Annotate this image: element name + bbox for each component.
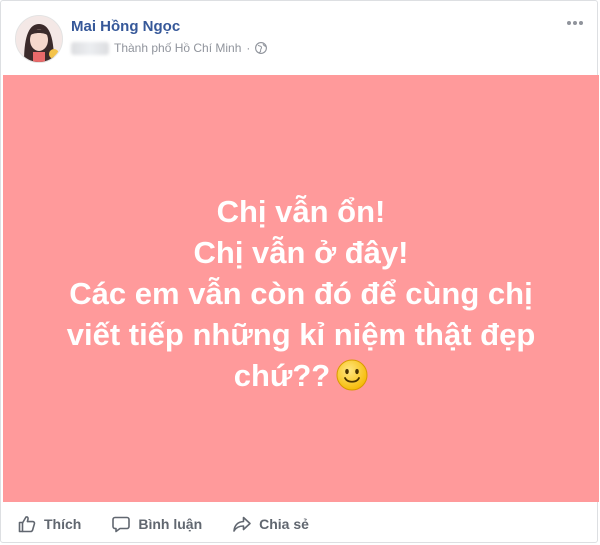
meta-separator: · [246, 41, 251, 55]
avatar[interactable] [15, 15, 63, 63]
message-line: Chị vẫn ở đây! [193, 235, 409, 270]
message-line: viết tiếp những kỉ niệm thật đẹp [66, 317, 536, 352]
message-line-last: chứ?? [67, 355, 536, 396]
author-name[interactable]: Mai Hồng Ngọc [71, 18, 180, 35]
post-meta: Thành phố Hồ Chí Minh · [71, 41, 268, 55]
comment-button[interactable]: Bình luận [111, 514, 202, 534]
share-label: Chia sẻ [259, 516, 309, 532]
facebook-post: Mai Hồng Ngọc Thành phố Hồ Chí Minh · Ch… [0, 0, 599, 544]
share-button[interactable]: Chia sẻ [232, 514, 309, 534]
message-line: Chị vẫn ổn! [216, 194, 386, 229]
post-location[interactable]: Thành phố Hồ Chí Minh [114, 41, 241, 55]
post-timestamp[interactable] [71, 41, 109, 55]
like-button[interactable]: Thích [17, 514, 81, 534]
more-options-icon[interactable] [565, 13, 585, 33]
like-label: Thích [44, 516, 82, 532]
post-actions: Thích Bình luận Chia sẻ [1, 504, 597, 544]
thumbs-up-icon [18, 516, 36, 533]
comment-label: Bình luận [138, 516, 203, 532]
post-header: Mai Hồng Ngọc Thành phố Hồ Chí Minh · [1, 1, 597, 75]
post-background-text: Chị vẫn ổn! Chị vẫn ở đây! Các em vẫn cò… [3, 75, 599, 502]
message-line: Các em vẫn còn đó để cùng chị [69, 276, 533, 311]
comment-icon [112, 516, 131, 533]
avatar-image [16, 16, 62, 62]
smiley-icon [336, 359, 368, 391]
message-line: chứ?? [233, 358, 331, 393]
post-message: Chị vẫn ổn! Chị vẫn ở đây! Các em vẫn cò… [67, 191, 536, 396]
globe-icon[interactable] [255, 42, 268, 54]
share-icon [233, 516, 251, 532]
